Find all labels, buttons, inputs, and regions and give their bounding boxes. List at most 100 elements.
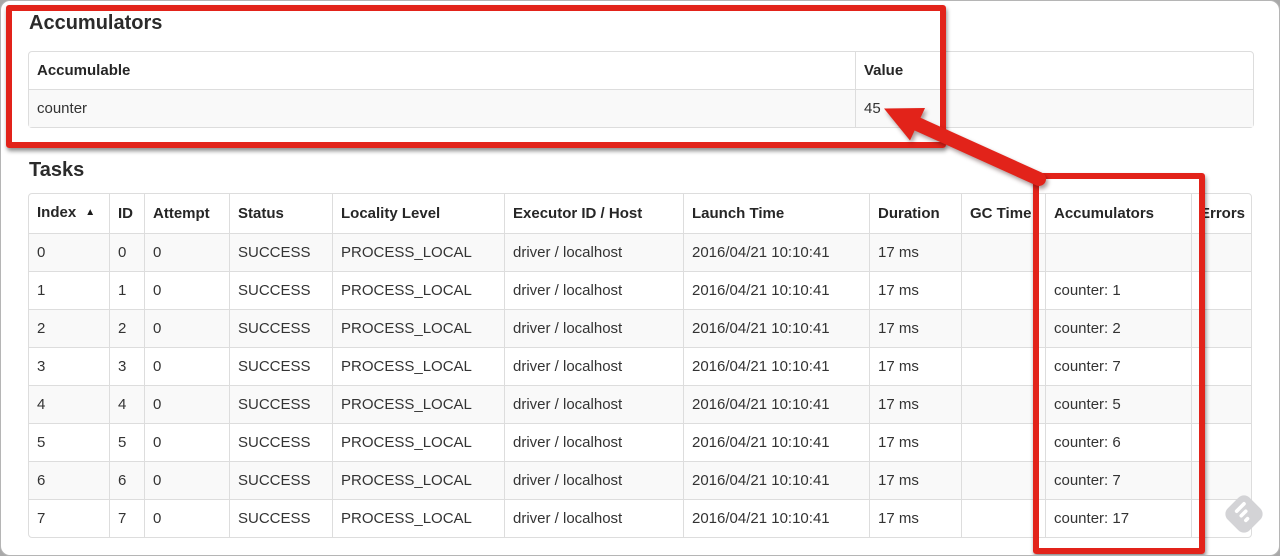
tasks-cell-launch-time: 2016/04/21 10:10:41 xyxy=(683,423,869,461)
tasks-row: 3 3 0 SUCCESS PROCESS_LOCAL driver / localhos… xyxy=(29,347,1251,385)
tasks-cell-executor-id-host: driver / localhost xyxy=(504,499,683,537)
tasks-cell-status: SUCCESS xyxy=(229,461,332,499)
tasks-cell-locality-level: PROCESS_LOCAL xyxy=(332,233,504,271)
tasks-cell-accumulators: counter: 6 xyxy=(1045,423,1191,461)
tasks-header-accumulators[interactable]: Accumulators xyxy=(1045,194,1191,233)
tasks-cell-locality-level: PROCESS_LOCAL xyxy=(332,271,504,309)
tasks-cell-accumulators: counter: 5 xyxy=(1045,385,1191,423)
tasks-cell-errors xyxy=(1191,347,1251,385)
tasks-cell-locality-level: PROCESS_LOCAL xyxy=(332,499,504,537)
tasks-header-label: Locality Level xyxy=(341,205,441,222)
tasks-cell-executor-id-host: driver / localhost xyxy=(504,385,683,423)
tasks-row: 6 6 0 SUCCESS PROCESS_LOCAL driver / localhos… xyxy=(29,461,1251,499)
tasks-cell-id: 1 xyxy=(109,271,144,309)
tasks-cell-accumulators: counter: 17 xyxy=(1045,499,1191,537)
tasks-cell-duration: 17 ms xyxy=(869,347,961,385)
tasks-cell-index: 4 xyxy=(29,385,109,423)
tasks-header-label: Executor ID / Host xyxy=(513,205,643,222)
tasks-header-label: Errors xyxy=(1200,205,1246,222)
tasks-cell-id: 0 xyxy=(109,233,144,271)
tasks-cell-executor-id-host: driver / localhost xyxy=(504,347,683,385)
tasks-cell-index: 2 xyxy=(29,309,109,347)
tasks-header-label: Index xyxy=(37,204,77,221)
tasks-cell-locality-level: PROCESS_LOCAL xyxy=(332,309,504,347)
tasks-header-row: Index ▲ ID Attempt Status Locality Level Execu… xyxy=(29,194,1251,233)
tasks-cell-gc-time xyxy=(961,385,1045,423)
tasks-cell-index: 6 xyxy=(29,461,109,499)
tasks-cell-gc-time xyxy=(961,347,1045,385)
tasks-header-label: Accumulators xyxy=(1054,205,1155,222)
tasks-header-label: Status xyxy=(238,205,284,222)
tasks-row: 0 0 0 SUCCESS PROCESS_LOCAL driver / localhos… xyxy=(29,233,1251,271)
tasks-cell-id: 3 xyxy=(109,347,144,385)
tasks-cell-executor-id-host: driver / localhost xyxy=(504,309,683,347)
tasks-header-attempt[interactable]: Attempt xyxy=(144,194,229,233)
tasks-row: 4 4 0 SUCCESS PROCESS_LOCAL driver / localhos… xyxy=(29,385,1251,423)
tasks-cell-attempt: 0 xyxy=(144,385,229,423)
tasks-cell-executor-id-host: driver / localhost xyxy=(504,233,683,271)
tasks-cell-status: SUCCESS xyxy=(229,347,332,385)
tasks-cell-locality-level: PROCESS_LOCAL xyxy=(332,423,504,461)
accumulable-table: Accumulable Value counter 45 xyxy=(28,51,1254,128)
tasks-header-label: GC Time xyxy=(970,205,1032,222)
accumulable-table-header: Accumulable Value xyxy=(29,52,1253,89)
tasks-cell-errors xyxy=(1191,271,1251,309)
sort-ascending-icon: ▲ xyxy=(85,207,96,218)
tasks-cell-errors xyxy=(1191,233,1251,271)
tasks-cell-launch-time: 2016/04/21 10:10:41 xyxy=(683,461,869,499)
tasks-header-launch-time[interactable]: Launch Time xyxy=(683,194,869,233)
spark-ui-page: Accumulators Accumulable Value counter 45 … xyxy=(0,0,1280,556)
accumulable-header-label: Accumulable xyxy=(37,62,131,79)
tasks-cell-attempt: 0 xyxy=(144,309,229,347)
tasks-cell-launch-time: 2016/04/21 10:10:41 xyxy=(683,385,869,423)
tasks-cell-accumulators: counter: 7 xyxy=(1045,347,1191,385)
tasks-cell-duration: 17 ms xyxy=(869,423,961,461)
tasks-table: Index ▲ ID Attempt Status Locality Level Execu… xyxy=(28,193,1252,538)
tasks-cell-gc-time xyxy=(961,233,1045,271)
tasks-cell-attempt: 0 xyxy=(144,271,229,309)
tasks-header-executor-id-host[interactable]: Executor ID / Host xyxy=(504,194,683,233)
tasks-cell-index: 0 xyxy=(29,233,109,271)
tasks-header-id[interactable]: ID xyxy=(109,194,144,233)
tasks-header-locality-level[interactable]: Locality Level xyxy=(332,194,504,233)
tasks-cell-executor-id-host: driver / localhost xyxy=(504,461,683,499)
tasks-cell-duration: 17 ms xyxy=(869,233,961,271)
tasks-header-errors[interactable]: Errors xyxy=(1191,194,1251,233)
tasks-cell-gc-time xyxy=(961,423,1045,461)
tasks-cell-executor-id-host: driver / localhost xyxy=(504,423,683,461)
tasks-cell-attempt: 0 xyxy=(144,423,229,461)
tasks-cell-index: 7 xyxy=(29,499,109,537)
accumulable-table-body: counter 45 xyxy=(29,89,1253,127)
accumulable-header-accumulable[interactable]: Accumulable xyxy=(29,52,855,89)
tasks-cell-accumulators xyxy=(1045,233,1191,271)
tasks-header-label: Launch Time xyxy=(692,205,785,222)
accumulable-header-value[interactable]: Value xyxy=(855,52,1253,89)
tasks-cell-gc-time xyxy=(961,271,1045,309)
tasks-table-header: Index ▲ ID Attempt Status Locality Level Execu… xyxy=(29,194,1251,233)
tasks-cell-attempt: 0 xyxy=(144,347,229,385)
tasks-cell-attempt: 0 xyxy=(144,233,229,271)
tasks-header-index[interactable]: Index ▲ xyxy=(29,194,109,233)
tasks-cell-locality-level: PROCESS_LOCAL xyxy=(332,461,504,499)
tasks-cell-gc-time xyxy=(961,309,1045,347)
tasks-cell-id: 2 xyxy=(109,309,144,347)
tasks-header-status[interactable]: Status xyxy=(229,194,332,233)
tasks-cell-accumulators: counter: 1 xyxy=(1045,271,1191,309)
tasks-cell-launch-time: 2016/04/21 10:10:41 xyxy=(683,309,869,347)
tasks-cell-status: SUCCESS xyxy=(229,309,332,347)
tasks-cell-accumulators: counter: 7 xyxy=(1045,461,1191,499)
tasks-cell-duration: 17 ms xyxy=(869,309,961,347)
tasks-header-gc-time[interactable]: GC Time xyxy=(961,194,1045,233)
tasks-cell-launch-time: 2016/04/21 10:10:41 xyxy=(683,271,869,309)
accumulable-header-label: Value xyxy=(864,62,904,79)
tasks-cell-id: 5 xyxy=(109,423,144,461)
tasks-row: 7 7 0 SUCCESS PROCESS_LOCAL driver / localhos… xyxy=(29,499,1251,537)
tasks-cell-duration: 17 ms xyxy=(869,499,961,537)
tasks-cell-status: SUCCESS xyxy=(229,271,332,309)
accumulators-section-title: Accumulators xyxy=(29,12,163,34)
tasks-header-duration[interactable]: Duration xyxy=(869,194,961,233)
tasks-cell-launch-time: 2016/04/21 10:10:41 xyxy=(683,233,869,271)
tasks-table-body: 0 0 0 SUCCESS PROCESS_LOCAL driver / localhos… xyxy=(29,233,1251,537)
tasks-cell-accumulators: counter: 2 xyxy=(1045,309,1191,347)
tasks-header-label: Attempt xyxy=(153,205,210,222)
